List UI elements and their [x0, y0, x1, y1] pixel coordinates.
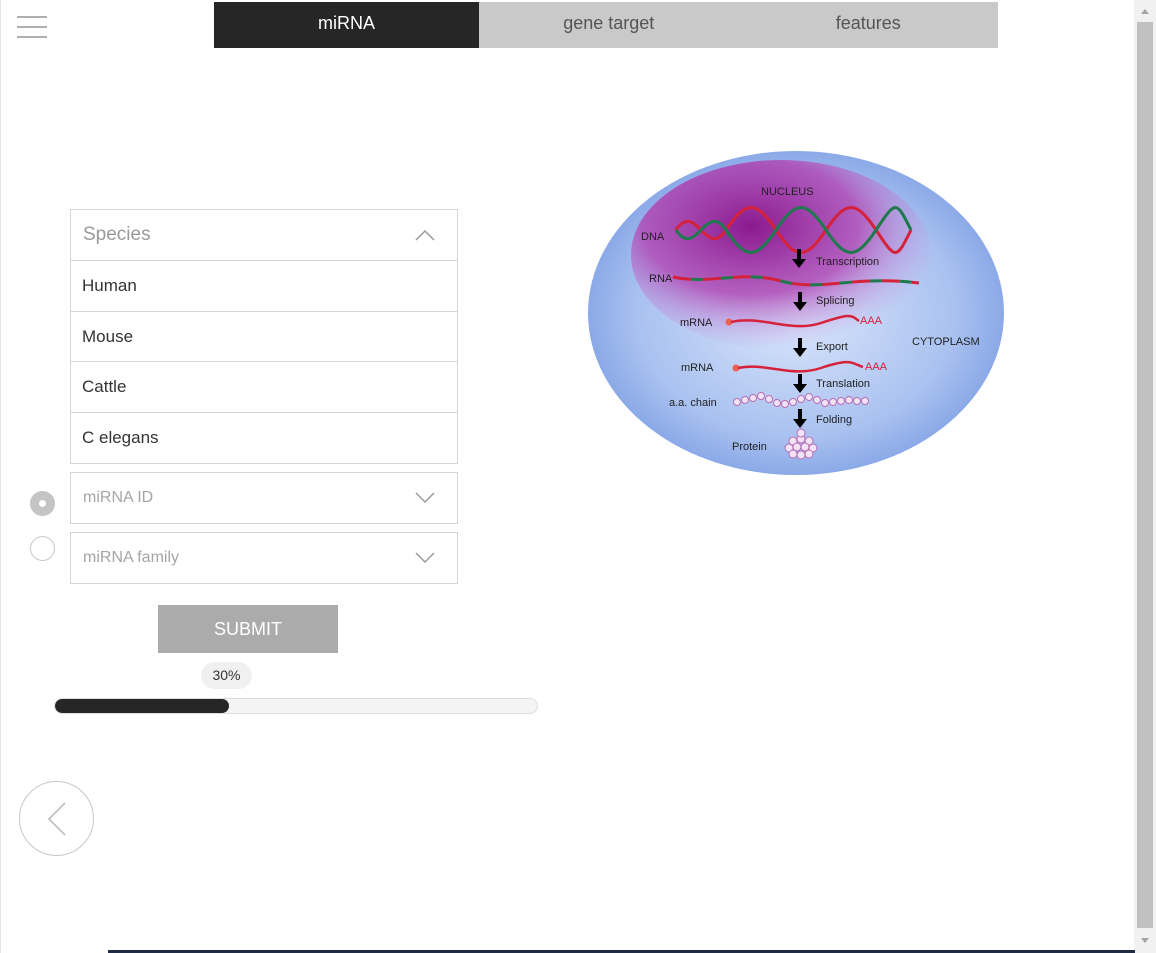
aa-chain-label: a.a. chain [669, 397, 717, 409]
transcription-label: Transcription [816, 256, 879, 268]
dna-label: DNA [641, 231, 665, 243]
back-button[interactable] [19, 781, 94, 856]
chevron-left-icon [47, 801, 66, 836]
rna-label: RNA [649, 273, 673, 285]
protein-label: Protein [732, 441, 767, 453]
mirna-family-select[interactable]: miRNA family [70, 532, 458, 584]
tab-features[interactable]: features [739, 2, 999, 48]
tab-mirna[interactable]: miRNA [214, 2, 479, 48]
nucleus-label: NUCLEUS [761, 186, 814, 198]
progress-bar-fill [55, 699, 229, 713]
scrollbar-thumb[interactable] [1137, 22, 1153, 928]
species-option-mouse[interactable]: Mouse [71, 312, 457, 362]
cell-diagram-image: NUCLEUS DNA RNA mRNA CYTOPLASM mRNA a.a.… [588, 151, 1004, 475]
scroll-up-arrow-icon[interactable] [1134, 3, 1156, 21]
species-option-cattle[interactable]: Cattle [71, 362, 457, 413]
folding-label: Folding [816, 414, 852, 426]
mirna-family-placeholder: miRNA family [83, 549, 180, 566]
poly-a-label-cytoplasm: AAA [865, 361, 888, 373]
progress-bar [54, 698, 538, 714]
mrna-label-nucleus: mRNA [680, 317, 713, 329]
mirna-id-placeholder: miRNA ID [83, 489, 154, 506]
scroll-down-arrow-icon[interactable] [1134, 931, 1156, 949]
export-label: Export [816, 341, 848, 353]
chevron-down-icon [415, 552, 435, 564]
mirna-family-radio[interactable] [30, 536, 55, 561]
mirna-id-select[interactable]: miRNA ID [70, 472, 458, 524]
tab-gene-target[interactable]: gene target [479, 2, 739, 48]
vertical-scrollbar[interactable] [1134, 0, 1156, 953]
cytoplasm-label: CYTOPLASM [912, 336, 980, 348]
chevron-up-icon [415, 229, 435, 241]
tab-bar: miRNA gene target features [214, 2, 998, 48]
chevron-down-icon [415, 492, 435, 504]
species-option-human[interactable]: Human [71, 261, 457, 312]
species-option-c-elegans[interactable]: C elegans [71, 413, 457, 464]
species-dropdown: Species Human Mouse Cattle C elegans [70, 209, 458, 464]
hamburger-menu-icon[interactable] [17, 16, 47, 38]
species-placeholder: Species [83, 224, 151, 245]
submit-button[interactable]: SUBMIT [158, 605, 338, 653]
translation-label: Translation [816, 378, 870, 390]
page: miRNA gene target features Species Human… [0, 0, 1156, 953]
mirna-id-radio[interactable] [30, 491, 55, 516]
splicing-label: Splicing [816, 295, 855, 307]
progress-percent-badge: 30% [201, 662, 252, 689]
poly-a-label-nucleus: AAA [860, 315, 883, 327]
species-select[interactable]: Species [71, 210, 457, 261]
mrna-label-cytoplasm: mRNA [681, 362, 714, 374]
